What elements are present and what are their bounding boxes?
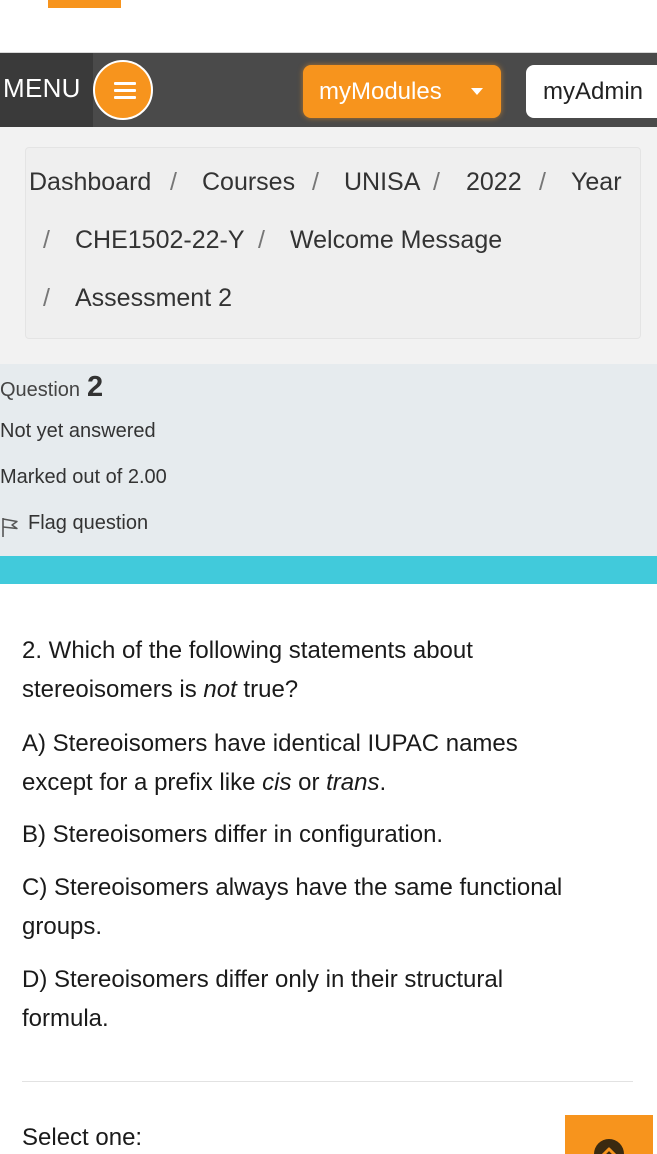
flag-question-label: Flag question (28, 512, 149, 534)
question-stem: 2. Which of the following statements abo… (22, 631, 642, 709)
chevron-up-icon (594, 1139, 624, 1154)
breadcrumb-dashboard[interactable]: Dashboard (29, 168, 151, 197)
caret-down-icon (471, 88, 483, 95)
statement-c-line-1: C) Stereoisomers always have the same fu… (22, 874, 563, 901)
breadcrumb-separator: / (539, 168, 546, 196)
question-stem-line-2: stereoisomers is not true? (22, 676, 299, 703)
breadcrumb-separator: / (433, 168, 440, 196)
menu-area[interactable]: MENU (0, 53, 93, 127)
statement-a-line-1: A) Stereoisomers have identical IUPAC na… (22, 730, 518, 757)
statement-a: A) Stereoisomers have identical IUPAC na… (22, 724, 642, 802)
breadcrumb-welcome-message[interactable]: Welcome Message (290, 226, 502, 255)
question-grade: Marked out of 2.00 (0, 466, 167, 488)
statement-c-line-2: groups. (22, 913, 103, 940)
breadcrumb-current-page: Assessment 2 (75, 284, 233, 312)
breadcrumb-courses[interactable]: Courses (202, 168, 295, 197)
breadcrumb-unisa[interactable]: UNISA (344, 168, 420, 197)
question-stem-line-1: 2. Which of the following statements abo… (22, 637, 473, 664)
navbar: MENU myModules myAdmin (0, 53, 657, 127)
question-state: Not yet answered (0, 420, 156, 442)
statement-a-line-2: except for a prefix like cis or trans. (22, 769, 387, 796)
statement-b-line-1: B) Stereoisomers differ in configuration… (22, 821, 444, 848)
question-info-panel: Question 2 Not yet answered Marked out o… (0, 364, 657, 556)
statement-d-line-2: formula. (22, 1005, 109, 1032)
top-header-strip (0, 0, 657, 53)
breadcrumb-separator: / (170, 168, 177, 196)
my-admin-label: myAdmin (543, 78, 644, 105)
my-modules-label: myModules (319, 78, 442, 105)
my-modules-dropdown-button[interactable]: myModules (303, 65, 501, 118)
question-number: 2 (87, 371, 104, 403)
statement-d-line-1: D) Stereoisomers differ only in their st… (22, 966, 504, 993)
breadcrumb-year[interactable]: Year (571, 168, 622, 197)
top-accent-bar (48, 0, 121, 8)
scroll-to-top-button[interactable] (565, 1115, 653, 1154)
select-one-prompt: Select one: (22, 1124, 143, 1151)
flag-icon (0, 516, 20, 543)
my-admin-button[interactable]: myAdmin (526, 65, 657, 118)
menu-toggle-button[interactable] (93, 60, 153, 120)
question-label: Question (0, 379, 81, 401)
statement-d: D) Stereoisomers differ only in their st… (22, 960, 642, 1038)
breadcrumb-2022[interactable]: 2022 (466, 168, 522, 197)
breadcrumb: Dashboard / Courses / UNISA / 2022 / Yea… (25, 147, 641, 339)
flag-question-toggle[interactable]: Flag question (0, 510, 170, 540)
menu-label: MENU (3, 73, 81, 103)
breadcrumb-separator: / (43, 226, 50, 254)
breadcrumb-separator: / (258, 226, 265, 254)
question-content-header-bar (0, 556, 657, 584)
statement-c: C) Stereoisomers always have the same fu… (22, 868, 642, 946)
statement-b: B) Stereoisomers differ in configuration… (22, 815, 642, 854)
breadcrumb-separator: / (312, 168, 319, 196)
breadcrumb-separator: / (43, 284, 50, 312)
divider (22, 1081, 633, 1082)
breadcrumb-area: Dashboard / Courses / UNISA / 2022 / Yea… (0, 127, 657, 364)
breadcrumb-course-code[interactable]: CHE1502-22-Y (75, 226, 245, 255)
